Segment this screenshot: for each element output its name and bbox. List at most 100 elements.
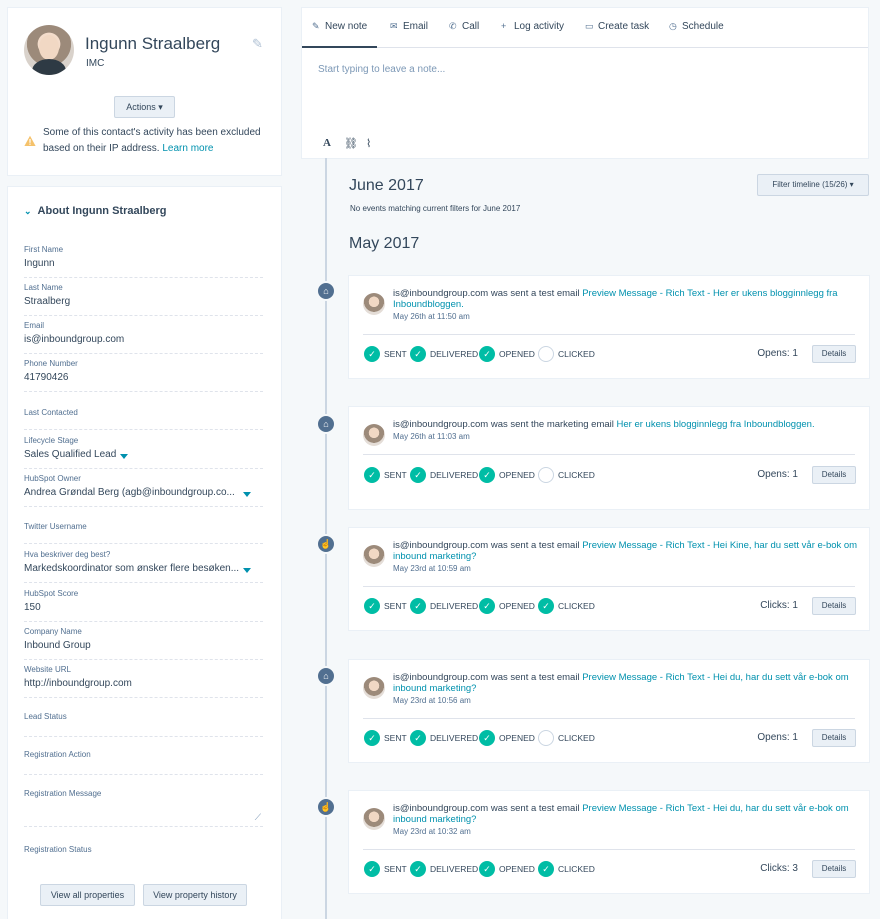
event-description: is@inboundgroup.com was sent a test emai… bbox=[393, 540, 859, 574]
property-hva-beskriver[interactable]: Hva beskriver deg best? Markedskoordinato… bbox=[24, 550, 263, 583]
details-button[interactable]: Details bbox=[812, 729, 856, 747]
check-icon: ✓ bbox=[364, 346, 380, 362]
divider bbox=[363, 586, 855, 587]
tab-label: Email bbox=[403, 21, 429, 32]
learn-more-link[interactable]: Learn more bbox=[162, 143, 213, 154]
property-last-name[interactable]: Last Name Straalberg bbox=[24, 283, 263, 316]
status-label: SENT bbox=[384, 733, 407, 743]
actions-button[interactable]: Actions ▾ bbox=[114, 96, 175, 118]
property-first-name[interactable]: First Name Ingunn bbox=[24, 245, 263, 278]
property-label: Hva beskriver deg best? bbox=[24, 550, 111, 559]
status-label: OPENED bbox=[499, 733, 535, 743]
status-delivered: ✓ DELIVERED bbox=[410, 346, 478, 362]
view-property-history-button[interactable]: View property history bbox=[143, 884, 247, 906]
resize-handle-icon[interactable]: ⟋ bbox=[255, 812, 261, 823]
property-label: Lead Status bbox=[24, 712, 67, 721]
property-value[interactable]: Straalberg bbox=[24, 296, 263, 307]
event-date: May 26th at 11:50 am bbox=[393, 312, 470, 321]
event-description: is@inboundgroup.com was sent a test emai… bbox=[393, 803, 859, 837]
divider bbox=[363, 454, 855, 455]
property-hubspot-owner[interactable]: HubSpot Owner Andrea Grøndal Berg (agb@in… bbox=[24, 474, 263, 507]
property-lifecycle-stage[interactable]: Lifecycle Stage Sales Qualified Lead bbox=[24, 436, 263, 469]
property-lead-status[interactable]: Lead Status bbox=[24, 712, 263, 737]
about-contact-card: ⌄ About Ingunn Straalberg First Name Ingun… bbox=[8, 187, 281, 919]
note-input[interactable]: Start typing to leave a note... bbox=[318, 64, 445, 75]
check-icon: ✓ bbox=[364, 861, 380, 877]
property-twitter-username[interactable]: Twitter Username bbox=[24, 522, 263, 544]
email-subject-link[interactable]: Her er ukens blogginnlegg fra Inboundblo… bbox=[617, 419, 815, 430]
tab-new-note[interactable]: ✎ New note bbox=[302, 8, 378, 48]
pencil-icon[interactable]: ✎ bbox=[252, 36, 266, 51]
text-format-icon[interactable]: A bbox=[323, 137, 331, 149]
tab-log-activity[interactable]: + Log activity bbox=[501, 8, 564, 48]
ip-exclusion-warning: Some of this contact's activity has been… bbox=[43, 125, 268, 157]
event-sender[interactable]: is@inboundgroup.com bbox=[393, 803, 488, 814]
tab-label: Log activity bbox=[514, 21, 565, 32]
property-value[interactable]: Andrea Grøndal Berg (agb@inboundgroup.co… bbox=[24, 487, 246, 498]
property-website-url[interactable]: Website URL http://inboundgroup.com bbox=[24, 665, 263, 698]
property-phone-number[interactable]: Phone Number 41790426 bbox=[24, 359, 263, 392]
check-icon: ✓ bbox=[479, 467, 495, 483]
status-opened: ✓ OPENED bbox=[479, 346, 535, 362]
property-email[interactable]: Email is@inboundgroup.com bbox=[24, 321, 263, 354]
property-value[interactable]: 41790426 bbox=[24, 372, 263, 383]
property-registration-message[interactable]: Registration Message ⟋ bbox=[24, 789, 263, 827]
event-action: was sent a test email bbox=[488, 803, 583, 814]
envelope-icon: ✉ bbox=[390, 21, 398, 31]
filter-timeline-button[interactable]: Filter timeline (15/26) ▾ bbox=[757, 174, 869, 196]
status-clicked: CLICKED bbox=[538, 730, 595, 746]
event-action: was sent a test email bbox=[488, 540, 583, 551]
link-icon[interactable]: ⛓ bbox=[344, 137, 358, 150]
status-delivered: ✓ DELIVERED bbox=[410, 598, 478, 614]
check-icon: ✓ bbox=[410, 861, 426, 877]
property-last-contacted: Last Contacted bbox=[24, 408, 263, 430]
timeline-event: is@inboundgroup.com was sent a test emai… bbox=[349, 276, 869, 378]
tab-create-task[interactable]: ▭ Create task bbox=[585, 8, 649, 48]
property-registration-status[interactable]: Registration Status bbox=[24, 845, 263, 859]
chevron-down-icon[interactable] bbox=[243, 568, 251, 573]
property-label: First Name bbox=[24, 245, 64, 254]
check-icon: ✓ bbox=[479, 346, 495, 362]
property-label: Phone Number bbox=[24, 359, 78, 368]
status-label: OPENED bbox=[499, 864, 535, 874]
property-label: Registration Message bbox=[24, 789, 102, 798]
property-value[interactable]: is@inboundgroup.com bbox=[24, 334, 263, 345]
property-value[interactable]: http://inboundgroup.com bbox=[24, 678, 263, 689]
attachment-icon[interactable]: ⌇ bbox=[366, 137, 371, 150]
property-registration-action[interactable]: Registration Action bbox=[24, 750, 263, 775]
details-button[interactable]: Details bbox=[812, 597, 856, 615]
event-sender[interactable]: is@inboundgroup.com bbox=[393, 419, 488, 430]
event-date: May 23rd at 10:59 am bbox=[393, 564, 471, 573]
property-value[interactable]: Ingunn bbox=[24, 258, 263, 269]
event-action: was sent a test email bbox=[488, 288, 583, 299]
details-button[interactable]: Details bbox=[812, 345, 856, 363]
property-value[interactable]: Markedskoordinator som ønsker flere besø… bbox=[24, 563, 246, 574]
check-icon: ✓ bbox=[538, 861, 554, 877]
check-icon: ✓ bbox=[410, 467, 426, 483]
status-label: DELIVERED bbox=[430, 470, 479, 480]
tab-email[interactable]: ✉ Email bbox=[390, 8, 428, 48]
property-company-name[interactable]: Company Name Inbound Group bbox=[24, 627, 263, 660]
tab-schedule[interactable]: ◷ Schedule bbox=[669, 8, 724, 48]
status-sent: ✓ SENT bbox=[364, 467, 407, 483]
details-button[interactable]: Details bbox=[812, 466, 856, 484]
timeline-event: is@inboundgroup.com was sent the marketi… bbox=[349, 407, 869, 509]
event-sender[interactable]: is@inboundgroup.com bbox=[393, 540, 488, 551]
status-clicked: ✓ CLICKED bbox=[538, 598, 595, 614]
property-value[interactable]: Inbound Group bbox=[24, 640, 263, 651]
view-all-properties-button[interactable]: View all properties bbox=[40, 884, 135, 906]
chevron-down-icon[interactable] bbox=[243, 492, 251, 497]
plus-icon: + bbox=[501, 21, 507, 31]
avatar bbox=[363, 808, 385, 830]
contact-avatar[interactable] bbox=[24, 25, 74, 75]
property-value[interactable]: Sales Qualified Lead bbox=[24, 449, 263, 460]
about-section-toggle[interactable]: ⌄ About Ingunn Straalberg bbox=[24, 205, 167, 217]
property-label: HubSpot Score bbox=[24, 589, 79, 598]
avatar bbox=[363, 424, 385, 446]
details-button[interactable]: Details bbox=[812, 860, 856, 878]
chevron-down-icon[interactable] bbox=[120, 454, 128, 459]
event-sender[interactable]: is@inboundgroup.com bbox=[393, 672, 488, 683]
event-sender[interactable]: is@inboundgroup.com bbox=[393, 288, 488, 299]
tab-call[interactable]: ✆ Call bbox=[449, 8, 479, 48]
status-opened: ✓ OPENED bbox=[479, 861, 535, 877]
